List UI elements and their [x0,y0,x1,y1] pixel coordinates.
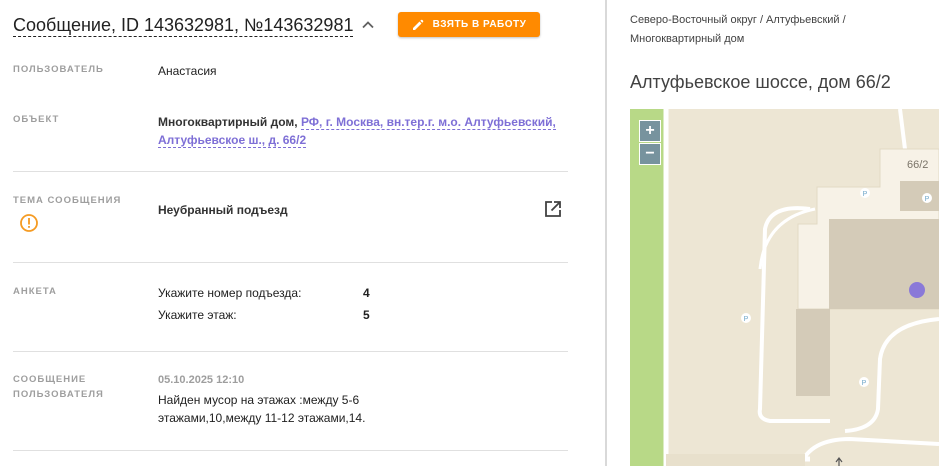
survey-label: АНКЕТА [13,286,57,297]
object-type: Многоквартирный дом, [158,115,298,129]
zoom-out-button[interactable]: − [639,143,661,165]
message-text-line2: этажами,10,между 11-12 этажами,14. [158,411,366,425]
warning-icon [20,214,38,232]
svg-text:P: P [863,191,868,198]
message-text-line1: Найден мусор на этажах :между 5-6 [158,393,360,407]
breadcrumb-line2[interactable]: Многоквартирный дом [630,33,744,45]
zoom-in-button[interactable]: + [639,120,661,142]
parking-icon: P [922,193,932,203]
object-label: ОБЪЕКТ [13,114,60,125]
divider [13,262,568,263]
message-details-panel: Сообщение, ID 143632981, №143632981 ВЗЯТ… [0,0,580,466]
message-label-line2: ПОЛЬЗОВАТЕЛЯ [13,389,104,400]
user-label: ПОЛЬЗОВАТЕЛЬ [13,64,104,75]
object-address-link-line2[interactable]: Алтуфьевское ш., д. 66/2 [158,133,307,148]
map-house-number: 66/2 [907,159,928,171]
message-label-line1: СООБЩЕНИЕ [13,374,87,385]
map-arrow-icon [835,457,843,466]
survey-question: Укажите этаж: [158,308,237,322]
pencil-icon [412,19,423,30]
map-road [798,436,939,466]
parking-icon: P [859,377,869,387]
take-to-work-label: ВЗЯТЬ В РАБОТУ [432,19,527,30]
svg-text:P: P [862,380,867,387]
survey-answer: 4 [363,286,370,300]
topic-label: ТЕМА СООБЩЕНИЯ [13,195,122,206]
map[interactable]: P P P P 66/2 [630,109,939,466]
message-date: 05.10.2025 12:10 [158,374,245,386]
map-road [898,109,907,150]
object-value: Многоквартирный дом, РФ, г. Москва, вн.т… [158,113,558,149]
object-address-link[interactable]: РФ, г. Москва, вн.тер.г. м.о. Алтуфьевск… [300,115,556,130]
map-ground [666,454,805,466]
user-value: Анастасия [158,64,217,78]
breadcrumb: Северо-Восточный округ / Алтуфьевский / … [630,11,930,49]
map-building-block [796,309,830,396]
parking-icon: P [860,188,870,198]
panel-separator[interactable] [605,0,607,466]
take-to-work-button[interactable]: ВЗЯТЬ В РАБОТУ [398,12,540,37]
message-label: СООБЩЕНИЕ ПОЛЬЗОВАТЕЛЯ [13,372,104,402]
message-title-row[interactable]: Сообщение, ID 143632981, №143632981 [13,12,375,38]
parking-icon: P [741,313,751,323]
address-title: Алтуфьевское шоссе, дом 66/2 [630,72,891,92]
divider [13,171,568,172]
open-external-icon[interactable] [543,199,563,219]
topic-value: Неубранный подъезд [158,203,288,217]
map-canvas[interactable]: P P P P 66/2 [630,109,939,466]
svg-text:P: P [744,316,749,323]
message-title[interactable]: Сообщение, ID 143632981, №143632981 [13,14,354,37]
divider [13,351,568,352]
map-building-block [900,181,939,211]
survey-question: Укажите номер подъезда: [158,286,302,300]
chevron-up-icon[interactable] [361,18,375,32]
message-text: Найден мусор на этажах :между 5-6 этажам… [158,391,365,427]
svg-text:P: P [925,196,930,203]
breadcrumb-line1[interactable]: Северо-Восточный округ / Алтуфьевский / [630,14,846,26]
divider [13,450,568,451]
survey-answer: 5 [363,308,370,322]
map-road [844,317,939,433]
map-location-marker[interactable] [909,282,925,298]
